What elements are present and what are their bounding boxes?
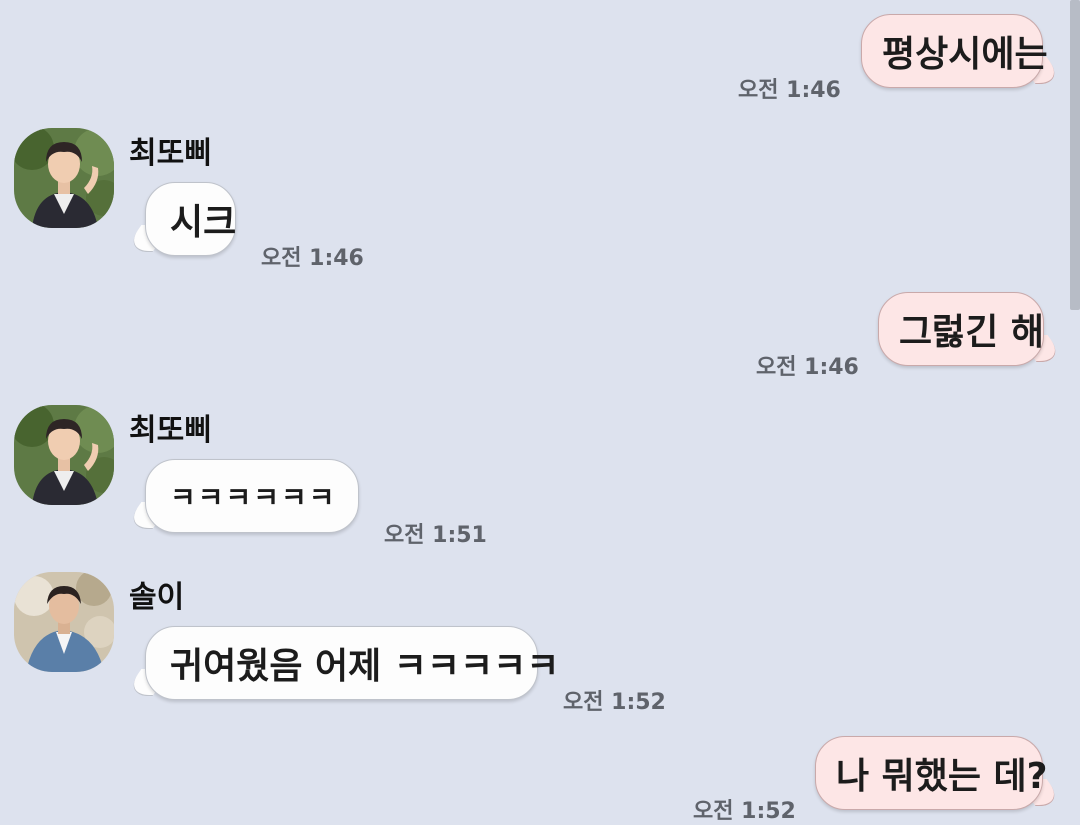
message-time: 오전 1:46 [261, 246, 364, 271]
message-text: ㅋㅋㅋㅋㅋㅋ [170, 481, 337, 514]
message-text: 귀여웠음 어제 ㅋㅋㅋㅋㅋ [170, 646, 560, 687]
incoming-message-bubble[interactable]: 귀여웠음 어제 ㅋㅋㅋㅋㅋ [145, 626, 559, 700]
outgoing-message-bubble[interactable]: 그럻긴 해 [878, 292, 1044, 366]
avatar-sol[interactable] [14, 572, 114, 672]
message-time: 오전 1:46 [756, 355, 859, 380]
message-time: 오전 1:46 [738, 78, 841, 103]
message-text: 시크 [170, 202, 237, 243]
message-text: 그럻긴 해 [899, 312, 1045, 353]
avatar-choi[interactable] [14, 128, 114, 228]
message-time: 오전 1:51 [384, 523, 487, 548]
message-text: 평상시에는 [882, 34, 1048, 75]
incoming-message-bubble[interactable]: ㅋㅋㅋㅋㅋㅋ [145, 459, 359, 533]
scrollbar[interactable] [1070, 0, 1080, 310]
avatar-image [14, 128, 114, 228]
incoming-message-bubble[interactable]: 시크 [145, 182, 236, 256]
avatar-image [14, 405, 114, 505]
outgoing-message-bubble[interactable]: 나 뭐했는 데? [815, 736, 1048, 810]
sender-name: 최또삐 [129, 136, 212, 171]
avatar-choi[interactable] [14, 405, 114, 505]
message-time: 오전 1:52 [693, 799, 796, 824]
sender-name: 솔이 [129, 580, 185, 615]
avatar-image [14, 572, 114, 672]
sender-name: 최또삐 [129, 413, 212, 448]
message-text: 나 뭐했는 데? [836, 756, 1048, 797]
message-time: 오전 1:52 [563, 690, 666, 715]
outgoing-message-bubble[interactable]: 평상시에는 [861, 14, 1048, 88]
